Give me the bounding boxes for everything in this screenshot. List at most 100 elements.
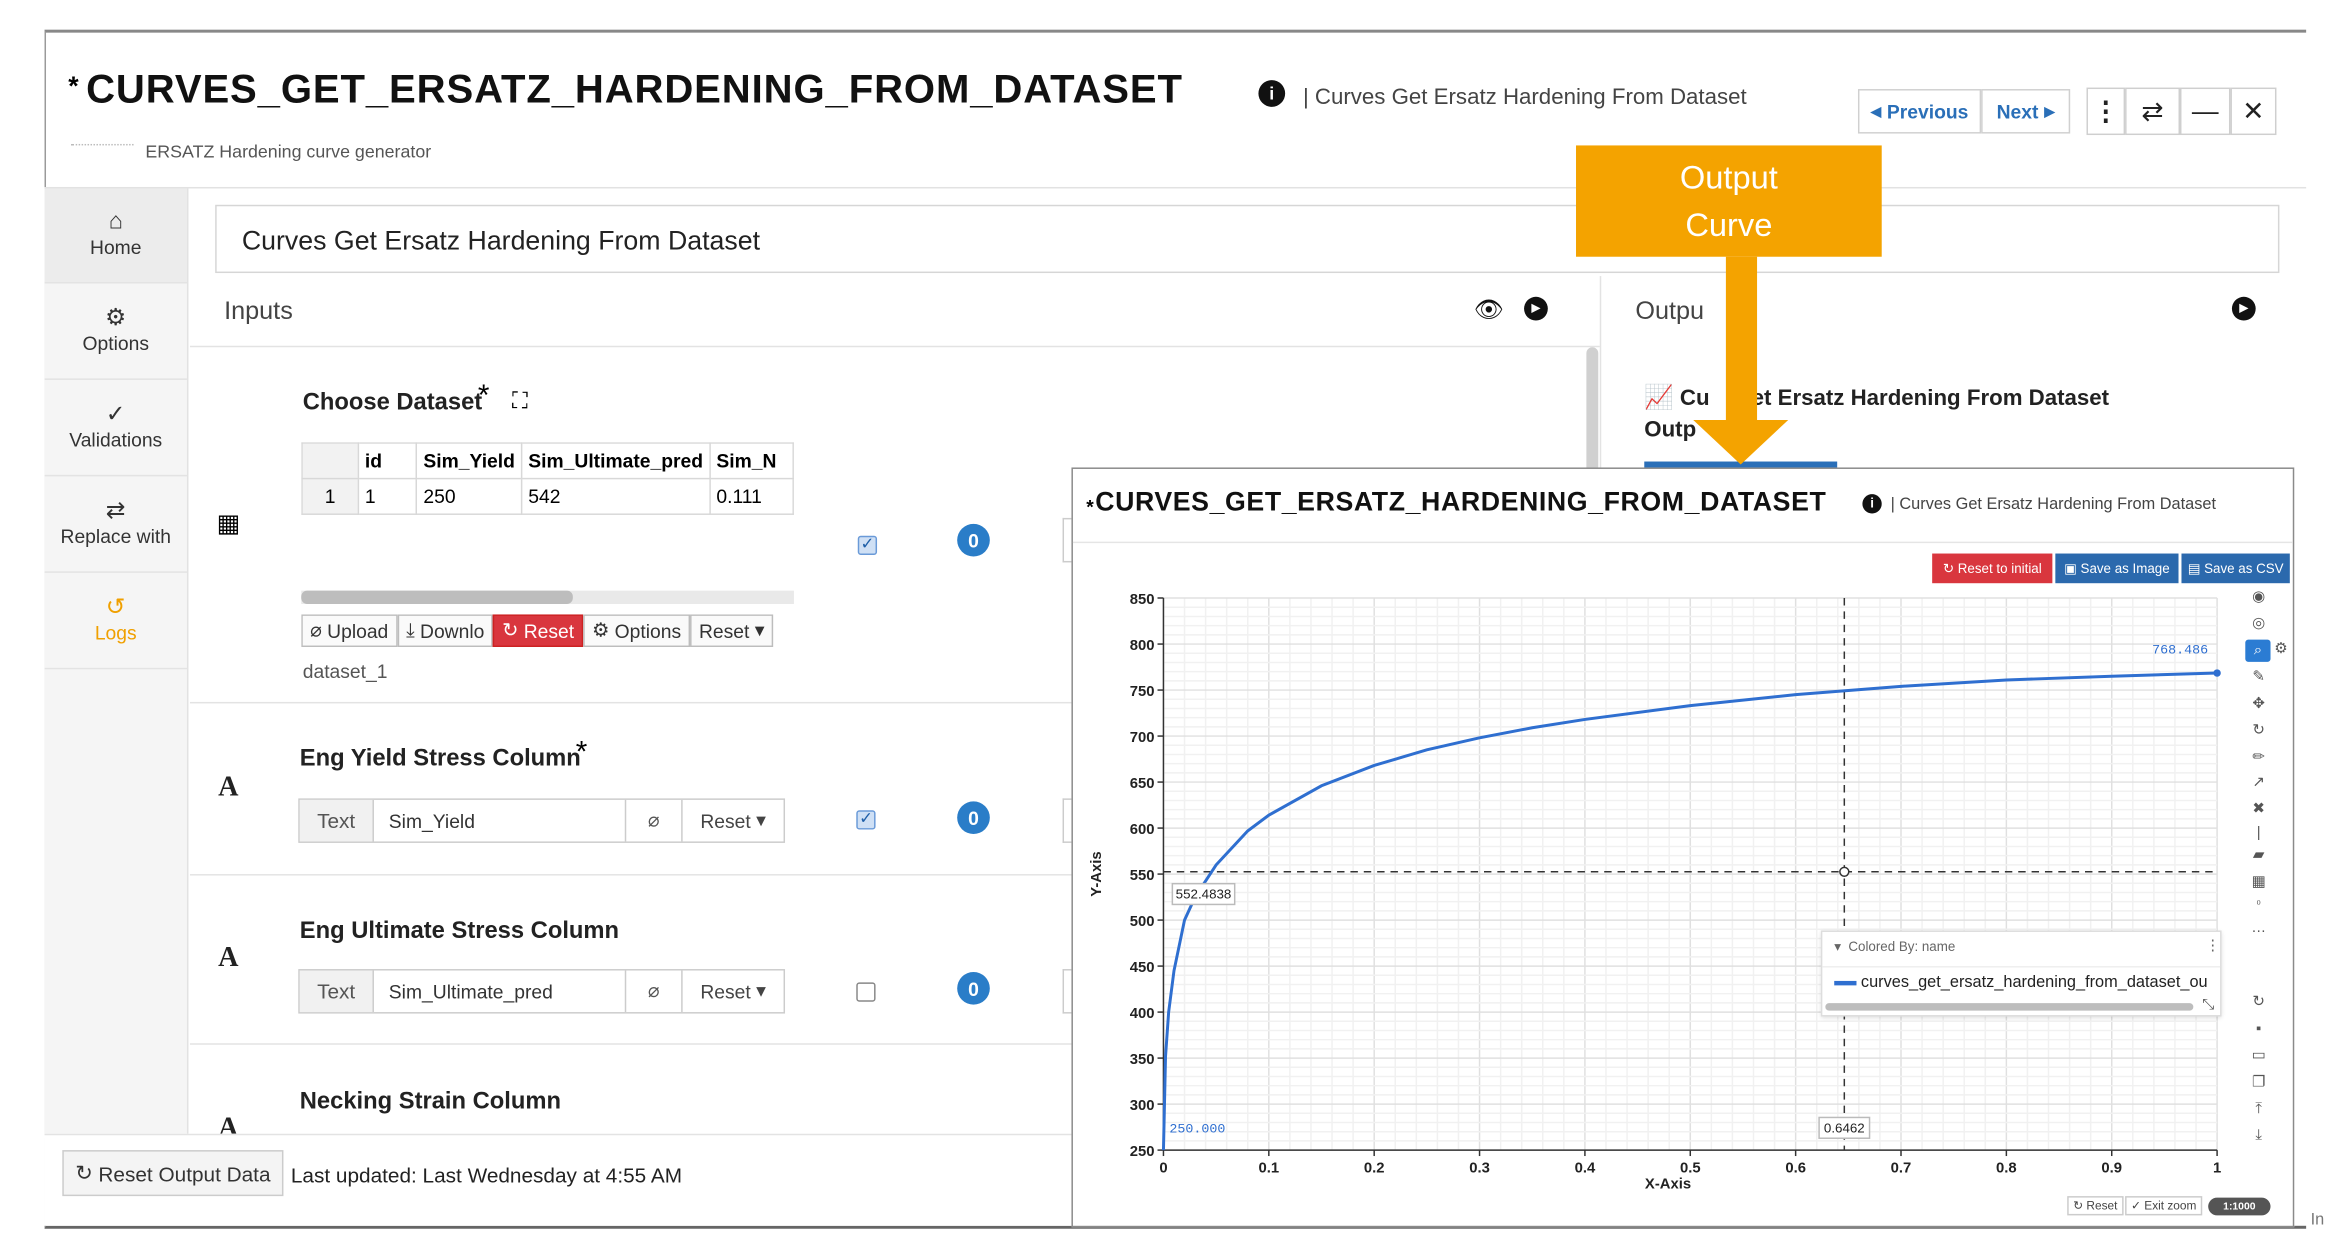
file-icon: ▤ [2187,560,2201,576]
resize-icon[interactable]: ⤡ [2202,997,2214,1013]
more-horizontal-icon[interactable]: … [2250,920,2268,936]
download-icon[interactable]: ⤓ [2250,1128,2268,1144]
grid-header-row: id Sim_Yield Sim_Ultimate_pred Sim_N [301,442,794,480]
upload-icon[interactable]: ⤒ [2250,1101,2268,1117]
popup-divider [1072,541,2293,544]
play-outputs-icon[interactable]: ▶ [2231,296,2256,321]
dataset-grid[interactable]: id Sim_Yield Sim_Ultimate_pred Sim_N 1 1… [301,442,794,519]
zoom-icon[interactable]: ⌕ [2245,639,2271,662]
download-button[interactable]: ⤓ Downlo [397,614,494,648]
dataset-name: dataset_1 [302,660,388,683]
previous-button[interactable]: ◀ Previous [1857,89,1982,134]
brush-icon[interactable]: ✎ [2250,669,2268,685]
table-icon: ▦ [216,509,241,538]
reset-dropdown-button[interactable]: Reset ▾ [683,971,784,1013]
reset-to-initial-button[interactable]: ↻ Reset to initial [1932,553,2053,584]
paperclip-icon[interactable]: ⌀ [626,799,683,842]
yield-column-input[interactable]: Sim_Yield [374,799,627,842]
x-tick-label: 0.4 [1575,1160,1596,1176]
grid-scrollbar-thumb[interactable] [301,590,573,604]
x-tick-label: 0 [1159,1160,1167,1176]
eye-icon[interactable]: 👁 [1474,295,1504,325]
close-icon[interactable]: ✕ [2230,87,2277,136]
table-row[interactable]: 1 1 250 542 0.111 [301,477,794,515]
sidebar-item-logs[interactable]: ↺ Logs [44,574,187,670]
save-image-button[interactable]: ▣ Save as Image [2055,553,2179,584]
sync-icon[interactable]: ↻ [2250,994,2268,1010]
grid-scrollbar-track [301,590,794,604]
paperclip-icon[interactable]: ⌀ [626,970,683,1013]
info-icon[interactable]: i [1258,80,1286,107]
upload-button[interactable]: ⌀ Upload [301,614,398,648]
next-button[interactable]: Next ▶ [1981,89,2071,134]
expand-icon[interactable]: ⛶ [512,389,528,414]
save-icon[interactable]: ▪ [2250,1021,2268,1037]
logo-placeholder [71,143,134,153]
y-tick-label: 250 [1130,1144,1155,1160]
legend-menu-icon[interactable]: ⋮ [2205,938,2220,954]
popup-subtitle: | Curves Get Ersatz Hardening From Datas… [1890,495,2217,514]
hardening-curve-chart[interactable]: 0 0.1 0.2 0.3 0.4 0.5 0.6 0.7 0.8 0.9 1 250 300 350 40… [1073,580,2245,1203]
reset-dropdown-button[interactable]: Reset ▾ [683,800,784,842]
swap-icon[interactable]: ⇄ [2125,87,2180,136]
lock-icon[interactable]: ▰ [2250,847,2268,863]
page-title: CURVES_GET_ERSATZ_HARDENING_FROM_DATASET [86,66,1183,112]
line-icon[interactable]: | [2250,825,2268,841]
text-type-icon: A [218,942,239,974]
gear-icon[interactable]: ⚙ [2272,641,2290,657]
ultimate-checkbox[interactable] [856,982,876,1002]
table-icon[interactable]: ▦ [2250,874,2268,890]
inputs-scrollbar[interactable] [1586,347,1599,481]
legend-box[interactable]: ▾ Colored By: name ⋮ curves_get_ersatz_h… [1820,930,2223,1017]
y-tick-label: 400 [1130,1006,1155,1022]
save-csv-button[interactable]: ▤ Save as CSV [2181,553,2290,584]
more-vertical-icon[interactable]: ⋮ [2086,87,2126,136]
yield-checkbox[interactable]: ✓ [856,810,876,830]
x-tick-label: 0.6 [1785,1160,1806,1176]
y-tick-label: 850 [1130,592,1155,608]
play-circle-icon[interactable]: ◉ [2250,589,2268,605]
legend-scrollbar[interactable] [1825,1003,2194,1011]
y-tick-label: 750 [1130,684,1155,700]
exit-zoom-button[interactable]: ✓ Exit zoom [2125,1196,2203,1216]
legend-header: ▾ Colored By: name [1834,939,1956,955]
label-toggle-icon[interactable]: ⁰ [2250,899,2268,911]
y-tick-label: 700 [1130,730,1155,746]
reset-output-button[interactable]: ↻ Reset Output Data [62,1150,284,1197]
tools-icon[interactable]: ✖ [2250,801,2268,817]
keyboard-icon[interactable]: ▭ [2250,1048,2268,1064]
y-tick-label: 450 [1130,960,1155,976]
pencil-icon[interactable]: ✏ [2250,749,2268,765]
required-marker: * [477,379,490,413]
arrow-icon[interactable]: ↗ [2250,775,2268,791]
zoom-reset-button[interactable]: ↻ Reset [2067,1196,2124,1216]
dataset-extra-field[interactable] [1062,517,1072,563]
legend-item[interactable]: curves_get_ersatz_hardening_from_dataset… [1861,974,2223,992]
sidebar-item-home[interactable]: ⌂ Home [44,188,187,284]
dataset-count-badge: 0 [957,523,990,557]
copy-icon[interactable]: ❐ [2250,1074,2268,1090]
reset-dropdown-button[interactable]: Reset ▾ [690,614,774,648]
options-button[interactable]: ⚙ Options [583,614,691,648]
download-icon: ⤓ [406,618,415,642]
move-icon[interactable]: ✥ [2250,696,2268,712]
workflow-name-input[interactable]: Curves Get Ersatz Hardening From Dataset [215,204,2280,274]
yield-extra-field[interactable] [1062,798,1072,843]
sidebar-item-validations[interactable]: ✓ Validations [44,381,187,477]
start-value-label: 250.000 [1169,1122,1225,1137]
rotate-icon[interactable]: ↻ [2250,723,2268,739]
minimize-icon[interactable]: — [2179,87,2231,136]
sidebar-item-replace-with[interactable]: ⇄ Replace with [44,478,187,573]
callout-arrow-head [1693,419,1789,465]
sidebar-item-options[interactable]: ⚙ Options [44,285,187,380]
ultimate-extra-field[interactable] [1062,969,1072,1014]
row-divider [189,874,1072,876]
play-icon[interactable]: ▶ [1524,296,1548,321]
eye-icon[interactable]: ◎ [2250,616,2268,632]
reset-dataset-button[interactable]: ↻ Reset [493,614,584,648]
inputs-title: Inputs [224,296,293,325]
ultimate-column-input[interactable]: Sim_Ultimate_pred [374,970,627,1013]
line-chart-icon: 📈 [1644,385,1674,412]
dataset-checkbox[interactable]: ✓ [857,535,878,556]
info-icon[interactable]: i [1862,494,1882,514]
